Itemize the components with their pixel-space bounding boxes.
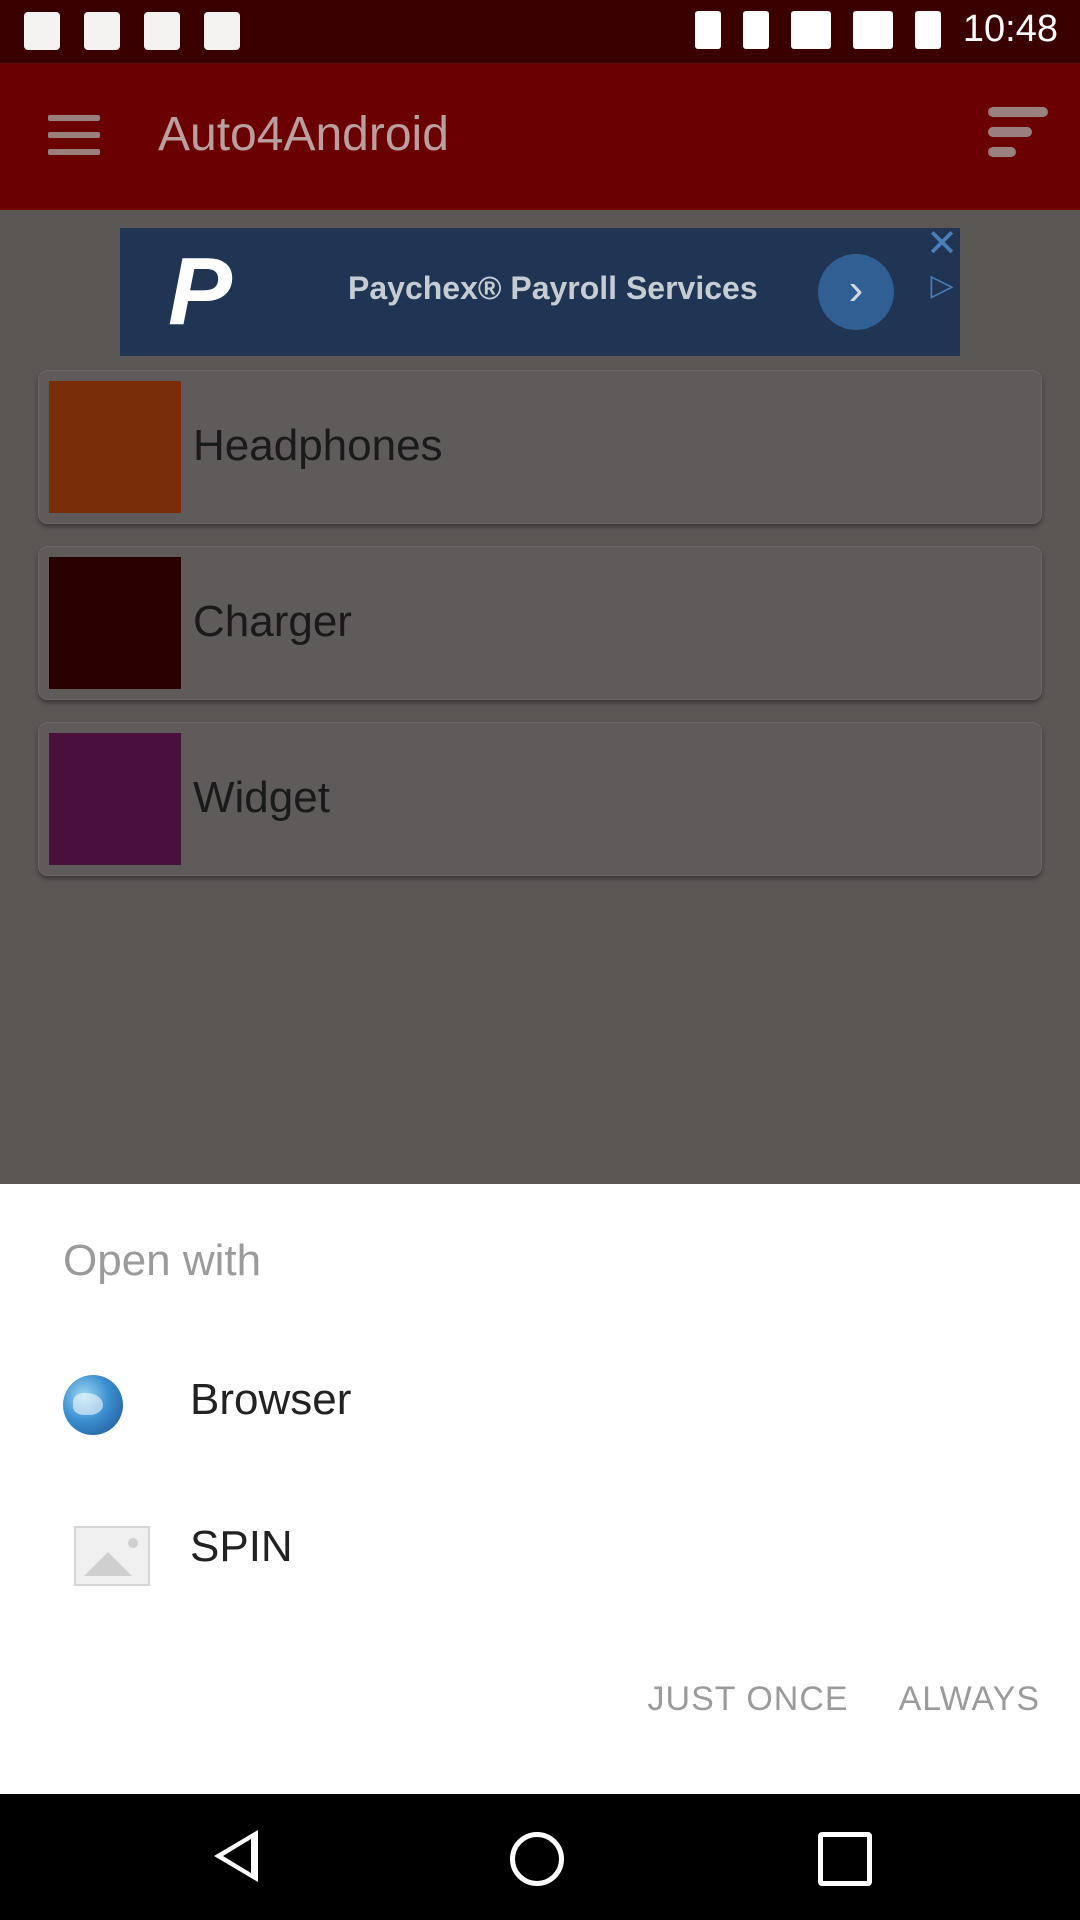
sd-card-icon	[144, 12, 180, 50]
ad-text: Paychex® Payroll Services	[348, 270, 758, 306]
status-bar: 10:48	[0, 0, 1080, 63]
ad-arrow-icon[interactable]: ›	[818, 254, 894, 330]
home-icon[interactable]	[510, 1832, 564, 1886]
app-bar: Auto4Android	[0, 63, 1080, 210]
signal-icon	[852, 10, 893, 49]
app-option-browser[interactable]: Browser	[0, 1345, 1080, 1465]
list-item[interactable]: Charger	[38, 546, 1042, 700]
back-icon[interactable]	[214, 1830, 258, 1882]
sheet-buttons: JUST ONCE ALWAYS	[648, 1680, 1040, 1719]
list-item-label: Widget	[193, 773, 330, 822]
always-button[interactable]: ALWAYS	[899, 1680, 1040, 1719]
recent-apps-icon[interactable]	[818, 1832, 872, 1886]
item-color-swatch	[49, 381, 181, 513]
app-option-spin[interactable]: SPIN	[0, 1492, 1080, 1612]
ad-choices-icon[interactable]: ▷	[924, 268, 960, 304]
item-color-swatch	[49, 557, 181, 689]
battery-icon	[914, 10, 941, 49]
image-icon	[84, 12, 120, 50]
list-item[interactable]: Headphones	[38, 370, 1042, 524]
bluetooth-icon	[694, 10, 721, 49]
ad-close-icon[interactable]: ✕	[922, 224, 962, 264]
list-item-label: Headphones	[193, 421, 443, 470]
main-content: P Paychex® Payroll Services › ✕ ▷ Headph…	[0, 210, 1080, 1184]
globe-icon	[63, 1375, 123, 1435]
list-item[interactable]: Widget	[38, 722, 1042, 876]
app-title: Auto4Android	[158, 108, 449, 161]
status-left-icons	[24, 12, 240, 50]
fake-gps-icon	[24, 12, 60, 50]
open-with-sheet: Open with Browser SPIN JUST ONCE ALWAYS	[0, 1184, 1080, 1794]
vibrate-icon	[742, 10, 769, 49]
hamburger-icon[interactable]	[48, 115, 100, 155]
wifi-icon	[790, 10, 831, 49]
sheet-title: Open with	[63, 1236, 262, 1285]
nav-bar	[0, 1794, 1080, 1920]
clipboard-icon	[204, 12, 240, 50]
status-right-icons: 10:48	[694, 8, 1058, 51]
status-time: 10:48	[962, 8, 1058, 50]
sort-icon[interactable]	[988, 107, 1048, 161]
ad-logo: P	[168, 238, 233, 345]
ad-banner[interactable]: P Paychex® Payroll Services › ✕ ▷	[120, 224, 960, 356]
app-option-label: Browser	[190, 1375, 352, 1424]
list-item-label: Charger	[193, 597, 352, 646]
app-option-label: SPIN	[190, 1522, 293, 1571]
item-color-swatch	[49, 733, 181, 865]
image-placeholder-icon	[74, 1526, 150, 1586]
just-once-button[interactable]: JUST ONCE	[648, 1680, 849, 1719]
